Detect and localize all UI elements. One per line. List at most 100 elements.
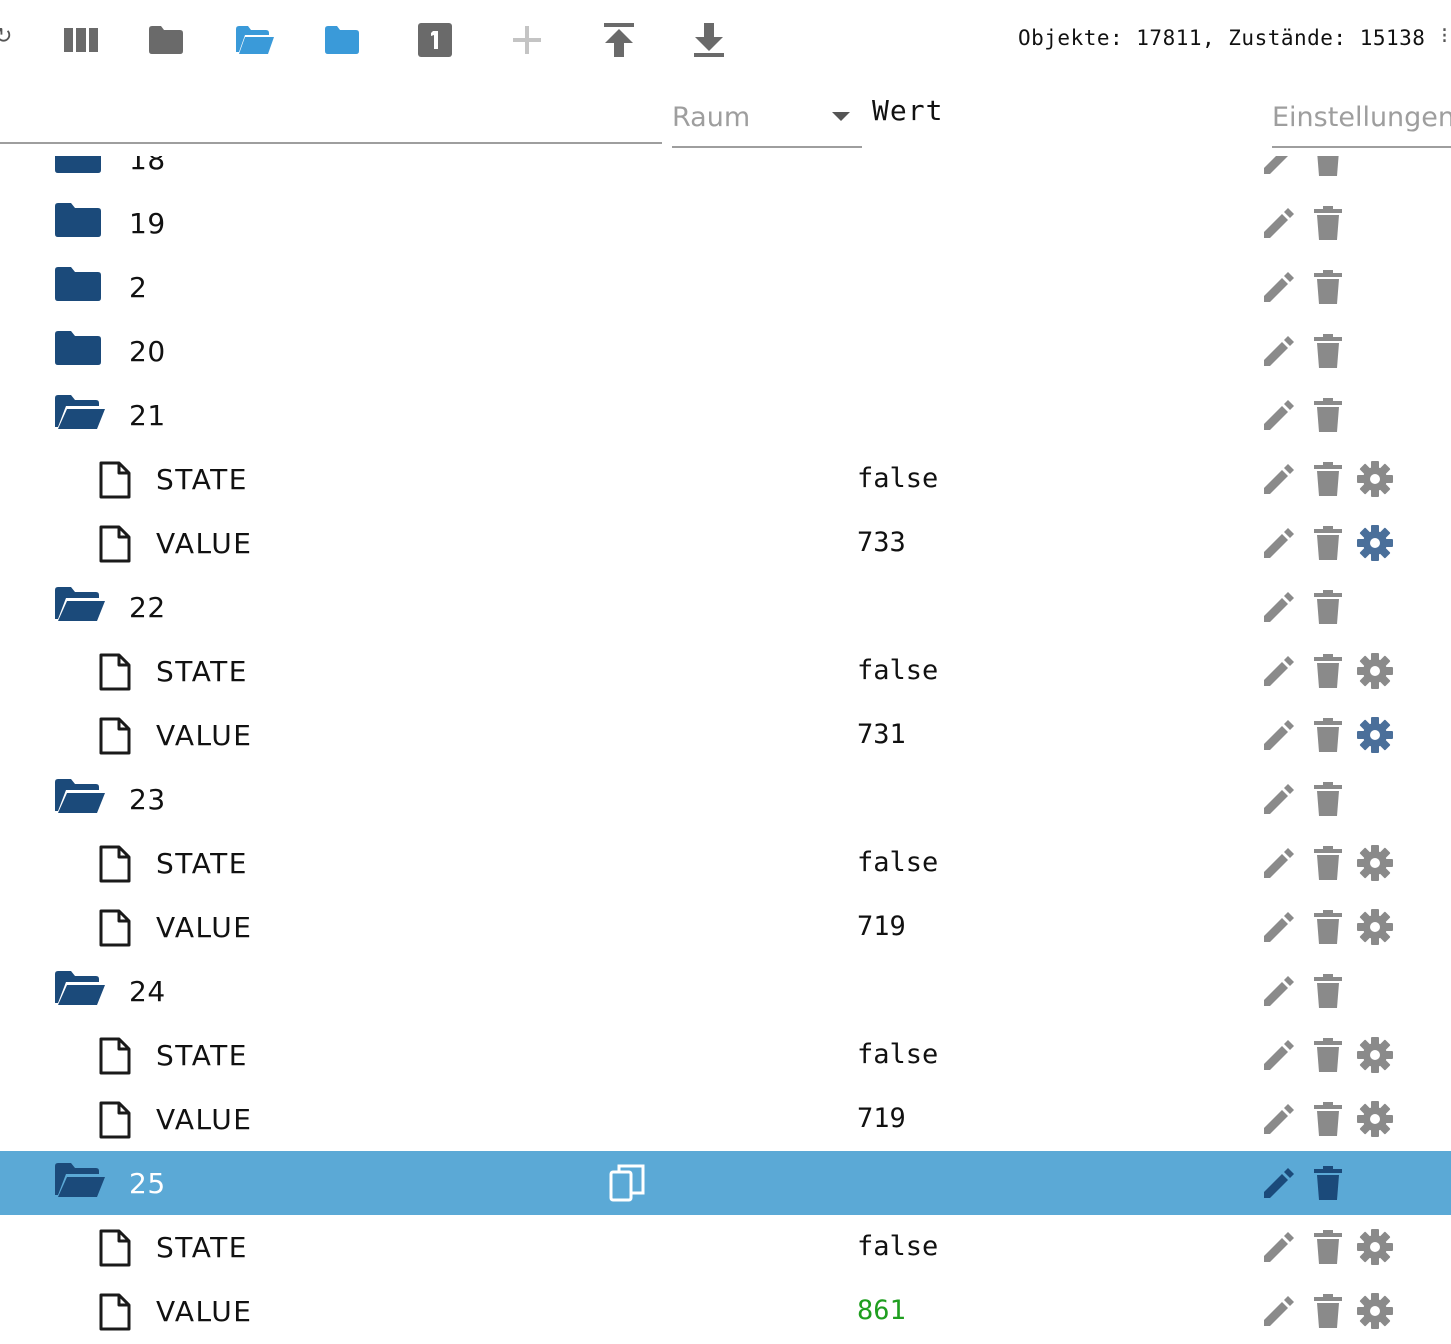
settings-button[interactable] — [1357, 717, 1393, 753]
settings-button[interactable] — [1357, 1293, 1393, 1329]
edit-button[interactable] — [1261, 845, 1297, 881]
folder-icon-wrap[interactable] — [55, 331, 101, 369]
settings-button[interactable] — [1357, 845, 1393, 881]
edit-button[interactable] — [1261, 589, 1297, 625]
state-value[interactable]: false — [857, 463, 938, 494]
edit-button[interactable] — [1261, 1229, 1297, 1265]
expand-one-button[interactable] — [233, 18, 277, 62]
more-icon-partial[interactable]: ⁝ — [1441, 24, 1448, 49]
state-value[interactable]: 861 — [857, 1295, 906, 1326]
room-select[interactable]: Raum — [672, 80, 862, 148]
delete-button[interactable] — [1310, 845, 1346, 881]
state-value[interactable]: 719 — [857, 911, 906, 942]
delete-button[interactable] — [1310, 333, 1346, 369]
tree-row-state[interactable]: VALUE 719 — [0, 1087, 1451, 1151]
delete-button[interactable] — [1310, 1037, 1346, 1073]
edit-button[interactable] — [1261, 156, 1297, 177]
edit-button[interactable] — [1261, 1101, 1297, 1137]
folder-icon-wrap[interactable] — [55, 203, 101, 241]
delete-button[interactable] — [1310, 525, 1346, 561]
state-value[interactable]: 731 — [857, 719, 906, 750]
tree-row-state[interactable]: VALUE 719 — [0, 895, 1451, 959]
edit-button[interactable] — [1261, 525, 1297, 561]
folder-icon-wrap[interactable] — [55, 779, 105, 817]
tree-row-state[interactable]: VALUE 731 — [0, 703, 1451, 767]
collapse-all-button[interactable] — [144, 18, 188, 62]
tree-row-state[interactable]: VALUE 733 — [0, 511, 1451, 575]
delete-button[interactable] — [1310, 973, 1346, 1009]
delete-button[interactable] — [1310, 1165, 1346, 1201]
settings-button[interactable] — [1357, 909, 1393, 945]
delete-button[interactable] — [1310, 1229, 1346, 1265]
delete-button[interactable] — [1310, 781, 1346, 817]
delete-button[interactable] — [1310, 653, 1346, 689]
name-filter-input[interactable] — [0, 80, 662, 144]
edit-button[interactable] — [1261, 653, 1297, 689]
columns-button[interactable] — [59, 18, 103, 62]
settings-button[interactable] — [1357, 1101, 1393, 1137]
delete-button[interactable] — [1310, 205, 1346, 241]
tree-row-folder[interactable]: 24 — [0, 959, 1451, 1023]
tree-row-state[interactable]: STATE false — [0, 639, 1451, 703]
delete-button[interactable] — [1310, 461, 1346, 497]
folder-icon-wrap[interactable] — [55, 587, 105, 625]
state-value[interactable]: false — [857, 1231, 938, 1262]
tree-row-folder[interactable]: 2 — [0, 255, 1451, 319]
settings-button[interactable] — [1357, 653, 1393, 689]
refresh-icon-partial[interactable]: ↻ — [0, 24, 12, 49]
tree-row-folder[interactable]: 22 — [0, 575, 1451, 639]
state-value[interactable]: false — [857, 1039, 938, 1070]
delete-button[interactable] — [1310, 269, 1346, 305]
edit-button[interactable] — [1261, 269, 1297, 305]
delete-button[interactable] — [1310, 156, 1346, 177]
upload-button[interactable] — [597, 18, 641, 62]
delete-button[interactable] — [1310, 717, 1346, 753]
tree-row-state[interactable]: STATE false — [0, 831, 1451, 895]
expand-all-button[interactable] — [320, 18, 364, 62]
edit-button[interactable] — [1261, 1037, 1297, 1073]
tree-row-state[interactable]: STATE false — [0, 1215, 1451, 1279]
state-value[interactable]: false — [857, 655, 938, 686]
tree-row-folder[interactable]: 21 — [0, 383, 1451, 447]
settings-filter-select[interactable]: Einstellungen — [1272, 80, 1451, 148]
edit-button[interactable] — [1261, 461, 1297, 497]
edit-button[interactable] — [1261, 781, 1297, 817]
folder-icon-wrap[interactable] — [55, 395, 105, 433]
object-tree[interactable]: 18 19 2 20 21 STATE false VALUE 733 22 STATE false V… — [0, 156, 1451, 1344]
settings-button[interactable] — [1357, 525, 1393, 561]
delete-button[interactable] — [1310, 1293, 1346, 1329]
delete-button[interactable] — [1310, 1101, 1346, 1137]
download-button[interactable] — [687, 18, 731, 62]
folder-icon-wrap[interactable] — [55, 971, 105, 1009]
tree-row-folder[interactable]: 18 — [0, 156, 1451, 191]
settings-button[interactable] — [1357, 1037, 1393, 1073]
edit-button[interactable] — [1261, 1165, 1297, 1201]
tree-row-folder[interactable]: 25 — [0, 1151, 1451, 1215]
settings-button[interactable] — [1357, 461, 1393, 497]
state-value[interactable]: 719 — [857, 1103, 906, 1134]
add-button[interactable] — [505, 18, 549, 62]
edit-button[interactable] — [1261, 205, 1297, 241]
edit-button[interactable] — [1261, 973, 1297, 1009]
folder-icon-wrap[interactable] — [55, 156, 101, 177]
folder-icon-wrap[interactable] — [55, 267, 101, 305]
copy-id-button[interactable] — [608, 1163, 646, 1207]
folder-icon-wrap[interactable] — [55, 1163, 105, 1201]
tree-row-state[interactable]: STATE false — [0, 447, 1451, 511]
edit-button[interactable] — [1261, 717, 1297, 753]
show-level-button[interactable] — [413, 18, 457, 62]
tree-row-folder[interactable]: 19 — [0, 191, 1451, 255]
tree-row-folder[interactable]: 23 — [0, 767, 1451, 831]
tree-row-state[interactable]: STATE false — [0, 1023, 1451, 1087]
edit-button[interactable] — [1261, 397, 1297, 433]
delete-button[interactable] — [1310, 589, 1346, 625]
delete-button[interactable] — [1310, 397, 1346, 433]
edit-button[interactable] — [1261, 1293, 1297, 1329]
state-value[interactable]: 733 — [857, 527, 906, 558]
tree-row-folder[interactable]: 20 — [0, 319, 1451, 383]
edit-button[interactable] — [1261, 909, 1297, 945]
edit-button[interactable] — [1261, 333, 1297, 369]
delete-button[interactable] — [1310, 909, 1346, 945]
state-value[interactable]: false — [857, 847, 938, 878]
tree-row-state[interactable]: VALUE 861 — [0, 1279, 1451, 1343]
